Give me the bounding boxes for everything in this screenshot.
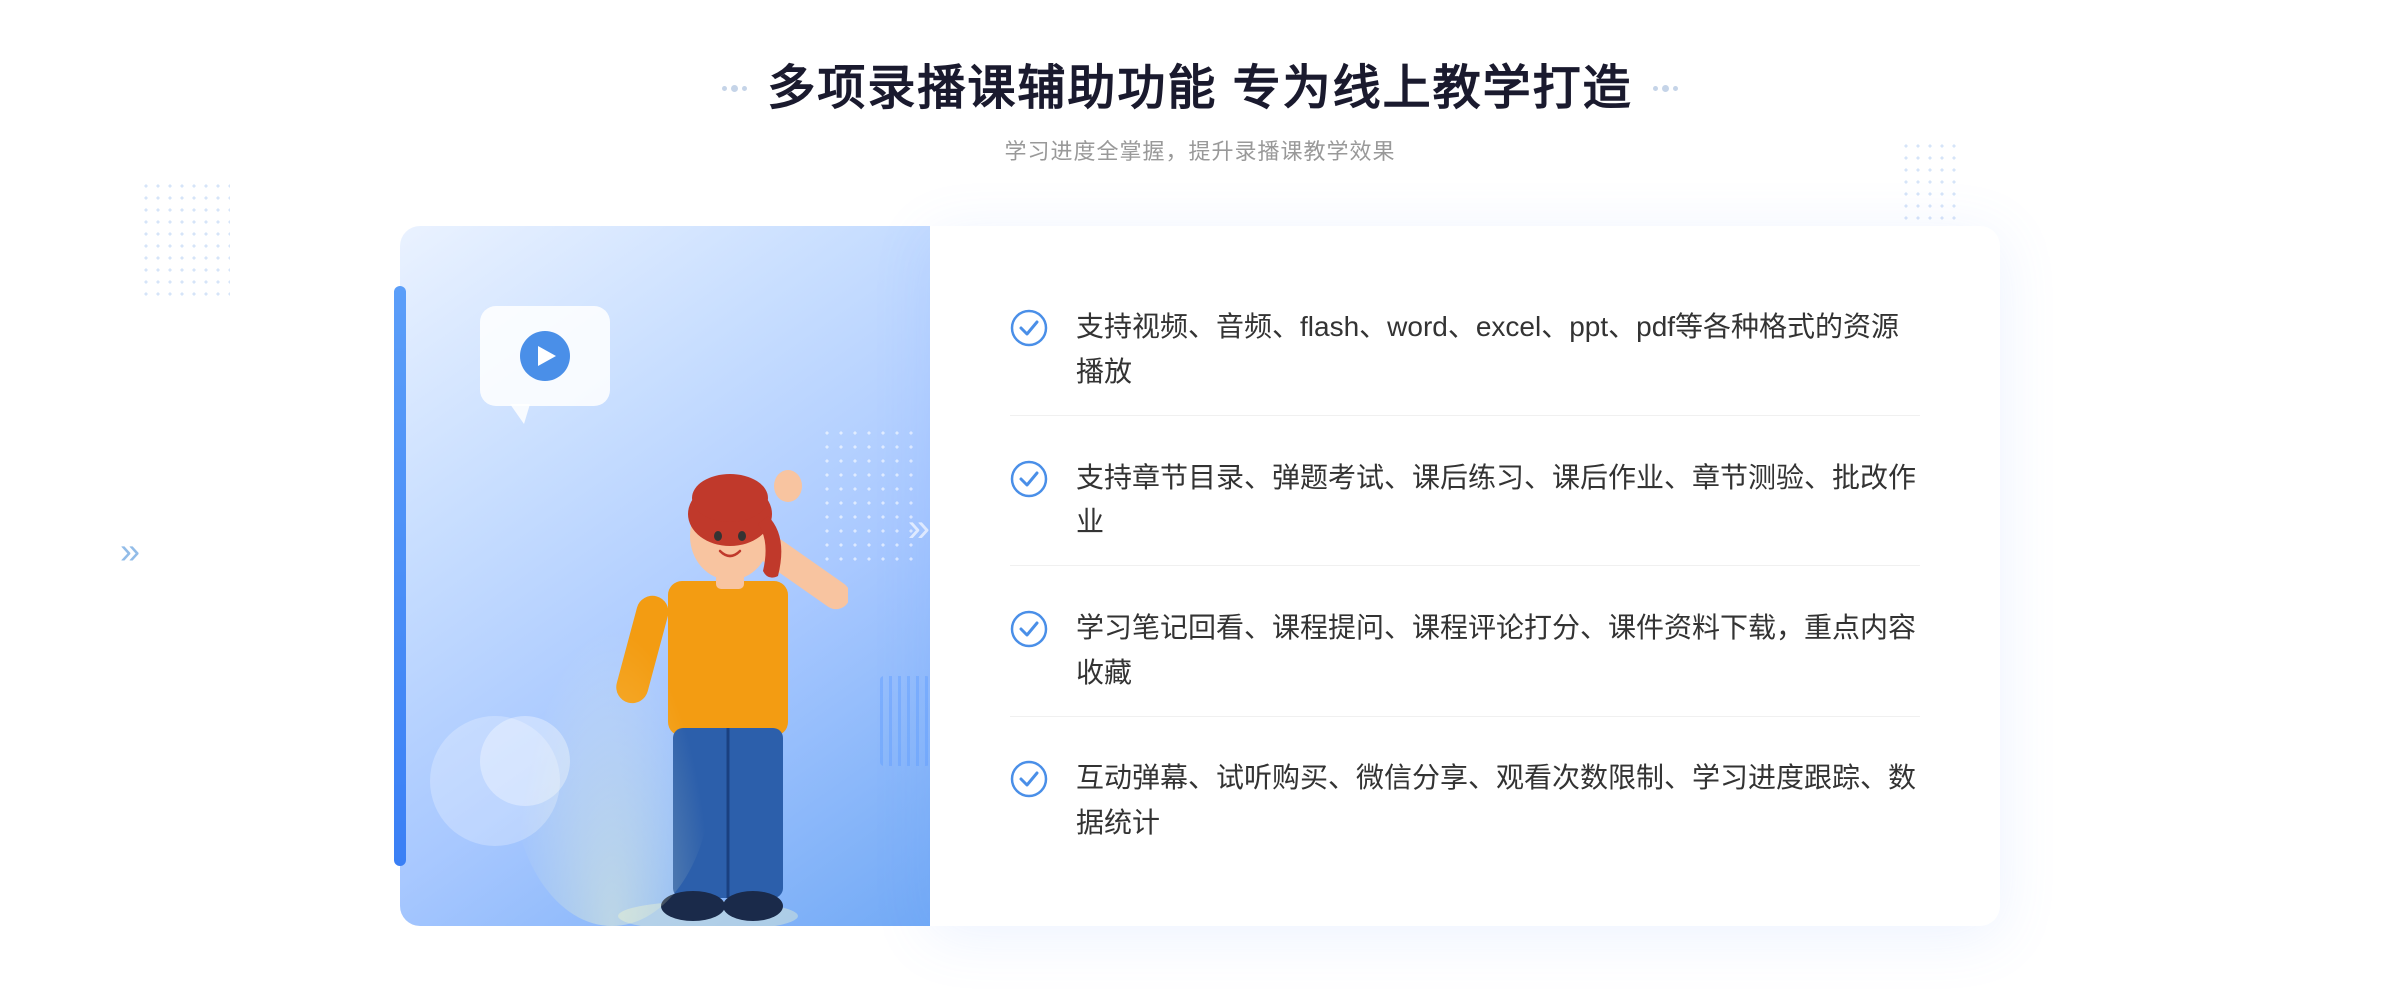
- features-panel: 支持视频、音频、flash、word、excel、ppt、pdf等各种格式的资源…: [930, 226, 2000, 926]
- card-striped-rect: [880, 676, 930, 766]
- check-icon-4: [1010, 760, 1048, 798]
- page-subtitle: 学习进度全掌握，提升录播课教学效果: [722, 134, 1677, 166]
- dot3: [742, 86, 747, 91]
- illustration-card: »: [400, 226, 960, 926]
- feature-text-4: 互动弹幕、试听购买、微信分享、观看次数限制、学习进度跟踪、数据统计: [1076, 756, 1920, 846]
- feature-item-3: 学习笔记回看、课程提问、课程评论打分、课件资料下载，重点内容收藏: [1010, 586, 1920, 717]
- content-area: »: [400, 226, 2000, 926]
- page-title: 多项录播课辅助功能 专为线上教学打造: [767, 60, 1632, 118]
- dots-decoration-right: [1900, 140, 1960, 220]
- light-beam: [512, 626, 712, 926]
- dot2: [731, 85, 738, 92]
- header-section: 多项录播课辅助功能 专为线上教学打造 学习进度全掌握，提升录播课教学效果: [722, 60, 1677, 166]
- chevron-left-decoration: »: [120, 530, 140, 572]
- play-triangle: [538, 346, 556, 366]
- decorator-dots-left: [722, 85, 747, 92]
- decorator-dots-right: [1653, 85, 1678, 92]
- feature-text-2: 支持章节目录、弹题考试、课后练习、课后作业、章节测验、批改作业: [1076, 456, 1920, 546]
- feature-item-2: 支持章节目录、弹题考试、课后练习、课后作业、章节测验、批改作业: [1010, 436, 1920, 567]
- check-icon-2: [1010, 460, 1048, 498]
- dot6: [1673, 86, 1678, 91]
- page-wrapper: » 多项录播课辅助功能 专为线上教学打造 学习进度全掌握，提升录播课教学效果 »: [0, 0, 2400, 1006]
- card-chevrons: »: [908, 506, 930, 551]
- feature-text-3: 学习笔记回看、课程提问、课程评论打分、课件资料下载，重点内容收藏: [1076, 606, 1920, 696]
- panel-accent-bar: [394, 286, 406, 866]
- dot4: [1653, 86, 1658, 91]
- feature-text-1: 支持视频、音频、flash、word、excel、ppt、pdf等各种格式的资源…: [1076, 305, 1920, 395]
- dot1: [722, 86, 727, 91]
- play-button-icon: [520, 331, 570, 381]
- play-bubble: [480, 306, 610, 406]
- header-decorators: 多项录播课辅助功能 专为线上教学打造: [722, 60, 1677, 118]
- feature-item-4: 互动弹幕、试听购买、微信分享、观看次数限制、学习进度跟踪、数据统计: [1010, 736, 1920, 866]
- check-icon-1: [1010, 309, 1048, 347]
- feature-item-1: 支持视频、音频、flash、word、excel、ppt、pdf等各种格式的资源…: [1010, 285, 1920, 416]
- dots-decoration-left: [140, 180, 230, 300]
- check-icon-3: [1010, 610, 1048, 648]
- dot5: [1662, 85, 1669, 92]
